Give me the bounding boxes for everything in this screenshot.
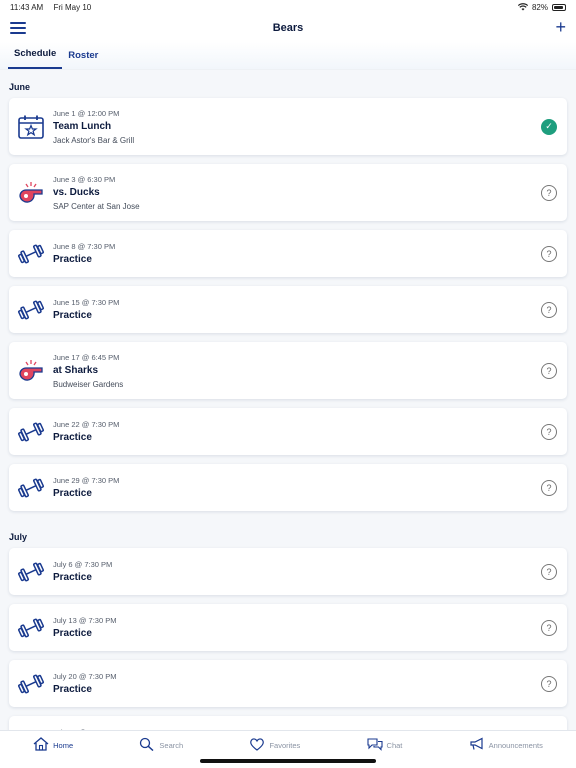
- event-date: July 13 @ 7:30 PM: [53, 616, 117, 625]
- page-title: Bears: [272, 22, 304, 34]
- event-title: Practice: [53, 254, 92, 265]
- calendar-icon: [9, 113, 53, 141]
- event-card[interactable]: July 20 @ 7:30 PM Practice?: [9, 660, 567, 707]
- home-indicator: [200, 759, 376, 763]
- tab-strip: Schedule Roster: [0, 42, 576, 70]
- event-card[interactable]: July 6 @ 7:30 PM Practice?: [9, 548, 567, 595]
- event-title: Practice: [53, 310, 92, 321]
- question-icon[interactable]: ?: [541, 675, 557, 692]
- event-card[interactable]: June 8 @ 7:30 PM Practice?: [9, 230, 567, 277]
- event-details: June 1 @ 12:00 PM Team Lunch Jack Astor's …: [53, 109, 541, 145]
- event-title: Practice: [53, 628, 92, 639]
- dumbbell-icon: [9, 474, 53, 502]
- tab-roster[interactable]: Roster: [62, 50, 104, 69]
- event-card[interactable]: June 29 @ 7:30 PM Practice?: [9, 464, 567, 511]
- tab-label: Announcements: [488, 740, 543, 750]
- event-date: June 8 @ 7:30 PM: [53, 242, 116, 251]
- tab-label: Chat: [386, 740, 403, 750]
- event-date: July 20 @ 7:30 PM: [53, 672, 117, 681]
- event-location: Budweiser Gardens: [53, 379, 124, 389]
- tab-announcements[interactable]: Announcements: [469, 737, 543, 753]
- status-right: 82%: [517, 2, 566, 12]
- event-location: Jack Astor's Bar & Grill: [53, 135, 135, 145]
- event-details: July 13 @ 7:30 PM Practice: [53, 616, 541, 639]
- event-location: SAP Center at San Jose: [53, 201, 140, 211]
- question-icon[interactable]: ?: [541, 619, 557, 636]
- question-icon[interactable]: ?: [541, 184, 557, 201]
- home-icon: [33, 737, 49, 753]
- event-details: July 20 @ 7:30 PM Practice: [53, 672, 541, 695]
- add-button[interactable]: +: [555, 17, 566, 37]
- dumbbell-icon: [9, 418, 53, 446]
- event-details: June 3 @ 6:30 PM vs. Ducks SAP Center at S…: [53, 175, 541, 211]
- event-date: June 1 @ 12:00 PM: [53, 108, 120, 118]
- event-card[interactable]: June 22 @ 7:30 PM Practice?: [9, 408, 567, 455]
- status-time: 11:43 AM: [10, 2, 44, 12]
- event-details: July 6 @ 7:30 PM Practice: [53, 560, 541, 583]
- event-details: June 8 @ 7:30 PM Practice: [53, 242, 541, 265]
- event-date: June 22 @ 7:30 PM: [53, 420, 120, 429]
- chat-icon: [366, 737, 383, 753]
- event-card[interactable]: June 3 @ 6:30 PM vs. Ducks SAP Center at S…: [9, 164, 567, 221]
- tab-label: Search: [159, 740, 184, 750]
- question-icon[interactable]: ?: [541, 479, 557, 496]
- heart-icon: [249, 737, 265, 753]
- event-details: June 22 @ 7:30 PM Practice: [53, 420, 541, 443]
- event-title: Practice: [53, 572, 92, 583]
- event-date: June 15 @ 7:30 PM: [53, 298, 120, 307]
- question-icon[interactable]: ?: [541, 423, 557, 440]
- month-header: June: [9, 82, 31, 92]
- event-card[interactable]: June 15 @ 7:30 PM Practice?: [9, 286, 567, 333]
- whistle-icon: [9, 179, 53, 207]
- whistle-icon: [9, 357, 53, 385]
- event-details: June 17 @ 6:45 PM at Sharks Budweiser Gard…: [53, 353, 541, 389]
- status-left: 11:43 AM Fri May 10: [10, 3, 99, 12]
- event-title: vs. Ducks: [53, 186, 100, 198]
- schedule-list[interactable]: June June 1 @ 12:00 PM Team Lunch Jack Asto…: [0, 70, 576, 730]
- event-card[interactable]: June 17 @ 6:45 PM at Sharks Budweiser Gard…: [9, 342, 567, 399]
- event-title: Practice: [53, 488, 92, 499]
- question-icon[interactable]: ?: [541, 362, 557, 379]
- event-title: Practice: [53, 432, 92, 443]
- event-details: June 29 @ 7:30 PM Practice: [53, 476, 541, 499]
- event-date: June 29 @ 7:30 PM: [53, 476, 120, 485]
- battery-percent: 82%: [531, 2, 548, 12]
- tab-label: Home: [53, 740, 74, 750]
- check-icon[interactable]: ✓: [541, 118, 557, 135]
- dumbbell-icon: [9, 558, 53, 586]
- month-header: July: [9, 532, 28, 542]
- wifi-icon: [517, 3, 528, 11]
- event-card[interactable]: June 1 @ 12:00 PM Team Lunch Jack Astor's …: [9, 98, 567, 155]
- battery-icon: [552, 3, 566, 11]
- dumbbell-icon: [9, 614, 53, 642]
- event-title: Practice: [53, 684, 92, 695]
- event-card[interactable]: July 27 @ 7:30 PMPractice?: [9, 716, 567, 730]
- event-title: at Sharks: [53, 364, 99, 376]
- status-date: Fri May 10: [53, 2, 92, 12]
- tab-favorites[interactable]: Favorites: [249, 737, 300, 753]
- dumbbell-icon: [9, 296, 53, 324]
- tab-chat[interactable]: Chat: [366, 737, 403, 753]
- tab-search[interactable]: Search: [139, 737, 183, 753]
- event-date: July 6 @ 7:30 PM: [53, 560, 113, 569]
- nav-bar: Bears +: [0, 14, 576, 42]
- status-bar: 11:43 AM Fri May 10 82%: [0, 0, 576, 14]
- event-date: June 3 @ 6:30 PM: [53, 174, 116, 184]
- question-icon[interactable]: ?: [541, 245, 557, 262]
- megaphone-icon: [469, 737, 485, 753]
- question-icon[interactable]: ?: [541, 301, 557, 318]
- search-icon: [139, 737, 155, 753]
- event-card[interactable]: July 13 @ 7:30 PM Practice?: [9, 604, 567, 651]
- event-details: June 15 @ 7:30 PM Practice: [53, 298, 541, 321]
- question-icon[interactable]: ?: [541, 563, 557, 580]
- dumbbell-icon: [9, 670, 53, 698]
- menu-button[interactable]: [10, 22, 26, 34]
- tab-home[interactable]: Home: [33, 737, 73, 753]
- event-date: June 17 @ 6:45 PM: [53, 352, 120, 362]
- dumbbell-icon: [9, 240, 53, 268]
- event-title: Team Lunch: [53, 120, 112, 132]
- tab-label: Favorites: [269, 740, 301, 750]
- tab-schedule[interactable]: Schedule: [8, 48, 63, 69]
